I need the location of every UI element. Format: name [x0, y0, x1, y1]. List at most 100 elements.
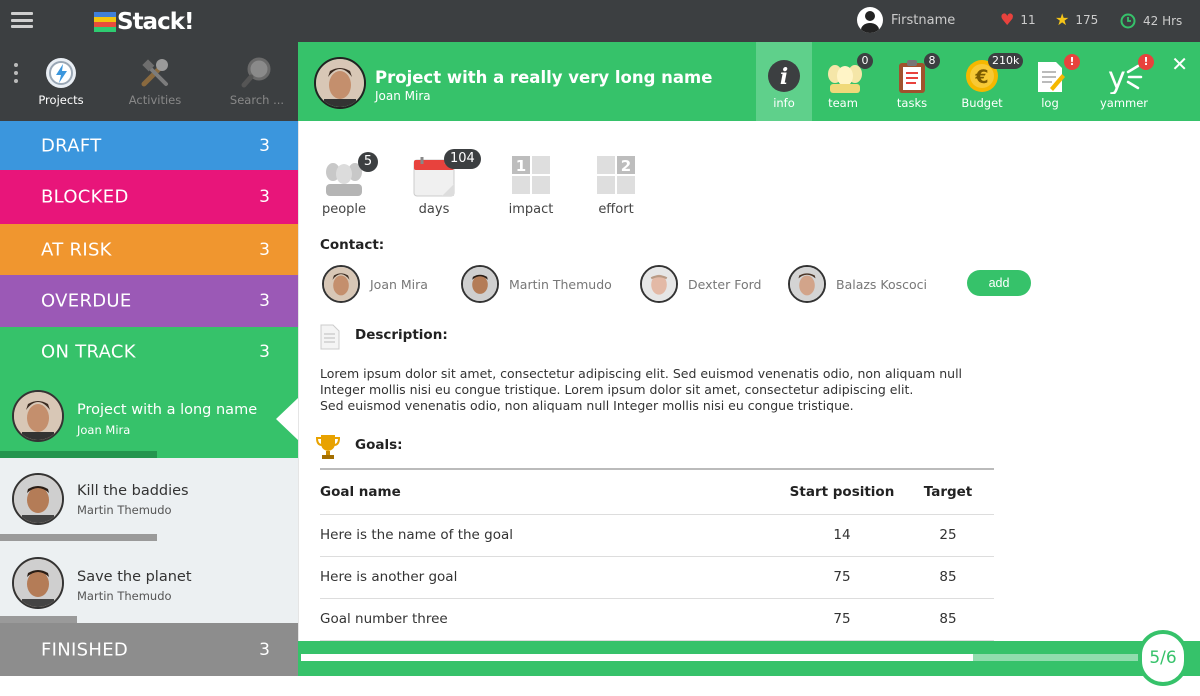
goal-target: 85 — [902, 598, 994, 641]
status-on-track[interactable]: ON TRACK 3 — [0, 327, 298, 376]
trophy-icon — [315, 435, 341, 459]
contact-person[interactable]: Martin Themudo — [461, 265, 612, 303]
goal-name: Here is another goal — [320, 556, 782, 599]
svg-text:€: € — [974, 66, 988, 88]
tab-label: log — [1041, 96, 1059, 110]
description-line: Lorem ipsum dolor sit amet, consectetur … — [320, 366, 963, 381]
project-owner-avatar — [314, 57, 366, 109]
goal-start: 75 — [782, 598, 902, 641]
contact-person[interactable]: Balazs Koscoci — [788, 265, 927, 303]
stars-stat[interactable]: ★ 175 — [1055, 10, 1098, 29]
table-header-row: Goal name Start position Target — [320, 469, 994, 515]
column-header[interactable]: Goal name — [320, 469, 782, 515]
document-icon — [320, 324, 340, 350]
avatar — [640, 265, 678, 303]
tab-info[interactable]: i info — [756, 42, 812, 121]
yammer-icon: y — [1106, 58, 1143, 96]
project-title: Kill the baddies — [77, 483, 189, 499]
metric-label: impact — [508, 202, 554, 217]
more-vertical-icon[interactable] — [14, 63, 19, 87]
nav-projects[interactable]: Projects — [21, 56, 101, 107]
tools-icon — [138, 56, 172, 90]
metric-label: people — [321, 202, 367, 217]
column-header[interactable]: Start position — [782, 469, 902, 515]
nav-activities[interactable]: Activities — [115, 56, 195, 107]
status-finished[interactable]: FINISHED 3 — [0, 623, 298, 676]
tasks-badge: 8 — [924, 53, 940, 69]
contact-person[interactable]: Dexter Ford — [640, 265, 761, 303]
nav-projects-label: Projects — [38, 93, 84, 107]
project-card[interactable]: Save the planet Martin Themudo — [0, 544, 298, 630]
avatar — [12, 390, 64, 442]
avatar — [12, 557, 64, 609]
hamburger-menu-icon[interactable] — [11, 12, 33, 28]
tab-yammer[interactable]: y ! yammer — [1094, 42, 1154, 121]
contact-name: Martin Themudo — [509, 276, 612, 292]
status-overdue[interactable]: OVERDUE 3 — [0, 275, 298, 327]
metric-days[interactable]: 104 days — [394, 149, 481, 217]
pager-bar — [298, 641, 1200, 676]
status-draft[interactable]: DRAFT 3 — [0, 121, 298, 170]
metric-effort[interactable]: 2 effort — [576, 154, 656, 217]
info-icon: i — [766, 58, 802, 94]
add-contact-button[interactable]: add — [967, 270, 1031, 296]
pager-indicator[interactable]: 5/6 — [1138, 630, 1188, 686]
pager-progress-fill — [301, 654, 973, 661]
hours-count: 42 Hrs — [1143, 14, 1183, 28]
status-blocked[interactable]: BLOCKED 3 — [0, 170, 298, 224]
avatar — [12, 473, 64, 525]
status-count: 3 — [259, 291, 270, 311]
table-row[interactable]: Here is the name of the goal 14 25 — [320, 514, 994, 557]
project-title: Save the planet — [77, 569, 192, 585]
close-icon[interactable]: ✕ — [1171, 52, 1188, 76]
calendar-icon: 104 — [412, 149, 481, 198]
people-badge: 5 — [358, 152, 378, 172]
lightning-gear-icon — [44, 56, 78, 90]
project-card-selected[interactable]: Project with a long name Joan Mira — [0, 376, 298, 458]
project-progress-bar — [0, 534, 157, 541]
project-title: Project with a really very long name — [375, 68, 713, 87]
hours-stat[interactable]: 42 Hrs — [1120, 13, 1182, 29]
contact-person[interactable]: Joan Mira — [322, 265, 428, 303]
table-row[interactable]: Goal number three 75 85 — [320, 598, 994, 641]
tab-label: tasks — [896, 96, 928, 110]
nav-search[interactable]: Search ... — [217, 56, 297, 107]
likes-stat[interactable]: ♥ 11 — [1000, 12, 1036, 28]
left-nav: Projects Activities Search ... — [0, 42, 298, 121]
user-avatar-icon — [857, 7, 883, 33]
metric-label: effort — [598, 202, 634, 217]
user-menu[interactable]: Firstname — [857, 7, 955, 33]
goal-start: 75 — [782, 556, 902, 599]
description-text: Lorem ipsum dolor sit amet, consectetur … — [320, 366, 980, 414]
table-row[interactable]: Here is another goal 75 85 — [320, 556, 994, 599]
status-count: 3 — [259, 341, 270, 362]
team-badge: 0 — [857, 53, 873, 69]
project-header: Project with a really very long name Joa… — [298, 42, 1200, 121]
selection-pointer-icon — [276, 398, 298, 440]
star-icon: ★ — [1055, 10, 1070, 29]
tab-label: yammer — [1099, 96, 1149, 110]
top-bar: Stack! Firstname ♥ 11 ★ 175 42 Hrs — [0, 0, 1200, 42]
effort-grid-icon: 2 — [594, 154, 638, 198]
tab-label: team — [828, 96, 858, 110]
logo-text: Stack! — [117, 9, 194, 35]
tab-budget[interactable]: € 210k Budget — [952, 42, 1024, 121]
status-name: FINISHED — [41, 639, 129, 660]
metric-people[interactable]: 5 people — [304, 152, 384, 217]
tab-log[interactable]: ! log — [1020, 42, 1080, 121]
nav-search-label: Search ... — [229, 93, 285, 107]
status-name: ON TRACK — [41, 341, 136, 362]
project-owner: Joan Mira — [375, 89, 431, 103]
column-header[interactable]: Target — [902, 469, 994, 515]
effort-value: 2 — [621, 157, 631, 175]
budget-badge: 210k — [988, 53, 1024, 69]
goal-target: 85 — [902, 556, 994, 599]
goals-label: Goals: — [355, 437, 403, 453]
app-logo[interactable]: Stack! — [94, 9, 194, 35]
project-card[interactable]: Kill the baddies Martin Themudo — [0, 458, 298, 544]
metric-impact[interactable]: 1 impact — [491, 154, 571, 217]
tab-tasks[interactable]: 8 tasks — [882, 42, 942, 121]
status-at-risk[interactable]: AT RISK 3 — [0, 224, 298, 275]
project-details: 5 people 104 days 1 impact 2 effort Cont… — [298, 121, 1200, 641]
tab-team[interactable]: 0 team — [813, 42, 873, 121]
